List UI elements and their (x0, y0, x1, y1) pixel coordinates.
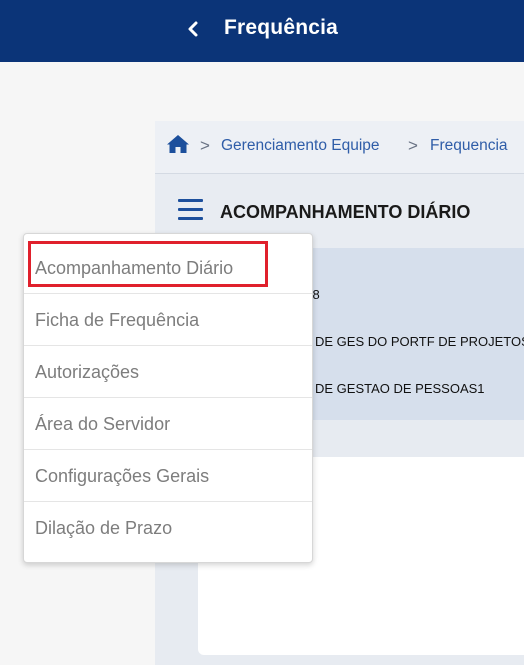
breadcrumb: > Gerenciamento Equipe > Frequencia (155, 121, 524, 174)
home-icon[interactable] (166, 134, 190, 154)
breadcrumb-gerenciamento-equipe[interactable]: Gerenciamento Equipe (221, 137, 380, 155)
menu-item-label: Configurações Gerais (35, 466, 210, 486)
menu-item-ficha-de-frequencia[interactable]: Ficha de Frequência (24, 294, 312, 346)
breadcrumb-frequencia[interactable]: Frequencia (430, 137, 508, 155)
menu-item-dilacao-de-prazo[interactable]: Dilação de Prazo (24, 502, 312, 554)
hamburger-icon[interactable] (178, 199, 203, 221)
info-line-3: DE GESTAO DE PESSOAS1 (315, 381, 485, 396)
navigation-dropdown-menu: Acompanhamento Diário Ficha de Frequênci… (23, 233, 313, 563)
app-header: Frequência (0, 0, 524, 62)
menu-item-area-do-servidor[interactable]: Área do Servidor (24, 398, 312, 450)
menu-item-label: Área do Servidor (35, 414, 171, 434)
menu-item-label: Autorizações (35, 362, 140, 382)
highlight-box (28, 241, 268, 287)
menu-item-autorizacoes[interactable]: Autorizações (24, 346, 312, 398)
section-title: ACOMPANHAMENTO DIÁRIO (220, 202, 471, 222)
chevron-left-icon[interactable] (186, 20, 200, 38)
breadcrumb-separator: > (200, 136, 210, 155)
info-line-2: DE GES DO PORTF DE PROJETOS (315, 334, 524, 349)
app-title: Frequência (224, 16, 339, 39)
menu-item-label: Dilação de Prazo (35, 518, 173, 538)
menu-item-configuracoes-gerais[interactable]: Configurações Gerais (24, 450, 312, 502)
breadcrumb-separator: > (408, 136, 418, 155)
menu-item-label: Ficha de Frequência (35, 310, 200, 330)
